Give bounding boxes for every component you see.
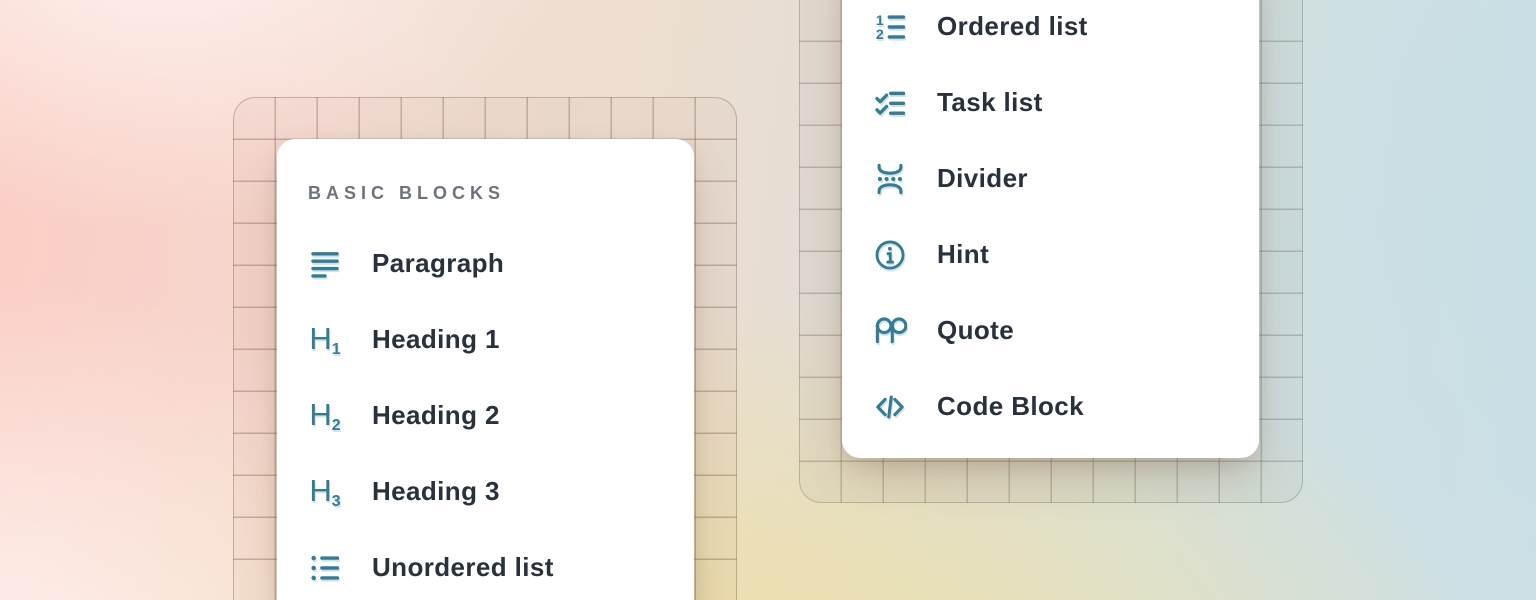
divider-icon (873, 162, 907, 196)
menu-item-heading-2[interactable]: H2 Heading 2 (277, 378, 694, 454)
menu-item-heading-1[interactable]: H1 Heading 1 (277, 302, 694, 378)
code-block-icon (873, 390, 907, 424)
svg-text:2: 2 (876, 27, 884, 43)
background: BASIC BLOCKS Paragraph H1 Heading 1 H2 H… (0, 0, 1536, 600)
heading-3-icon: H3 (308, 475, 342, 509)
section-label: BASIC BLOCKS (308, 183, 694, 204)
more-blocks-menu: 12 Ordered list Task list Divider Hint Q… (842, 0, 1259, 445)
ordered-list-icon: 12 (873, 10, 907, 44)
more-blocks-panel: 12 Ordered list Task list Divider Hint Q… (842, 0, 1259, 458)
heading-2-icon: H2 (308, 399, 342, 433)
menu-item-task-list[interactable]: Task list (842, 65, 1259, 141)
unordered-list-icon (308, 551, 342, 585)
hint-icon (873, 238, 907, 272)
menu-item-divider[interactable]: Divider (842, 141, 1259, 217)
menu-item-code-block[interactable]: Code Block (842, 369, 1259, 445)
menu-item-paragraph[interactable]: Paragraph (277, 226, 694, 302)
menu-item-heading-3[interactable]: H3 Heading 3 (277, 454, 694, 530)
menu-item-hint[interactable]: Hint (842, 217, 1259, 293)
quote-icon (873, 314, 907, 348)
task-list-icon (873, 86, 907, 120)
menu-item-quote[interactable]: Quote (842, 293, 1259, 369)
heading-1-icon: H1 (308, 323, 342, 357)
menu-item-unordered-list[interactable]: Unordered list (277, 530, 694, 600)
basic-blocks-menu: Paragraph H1 Heading 1 H2 Heading 2 H3 H… (277, 226, 694, 600)
paragraph-icon (308, 247, 342, 281)
menu-item-ordered-list[interactable]: 12 Ordered list (842, 0, 1259, 65)
basic-blocks-panel: BASIC BLOCKS Paragraph H1 Heading 1 H2 H… (277, 139, 694, 600)
